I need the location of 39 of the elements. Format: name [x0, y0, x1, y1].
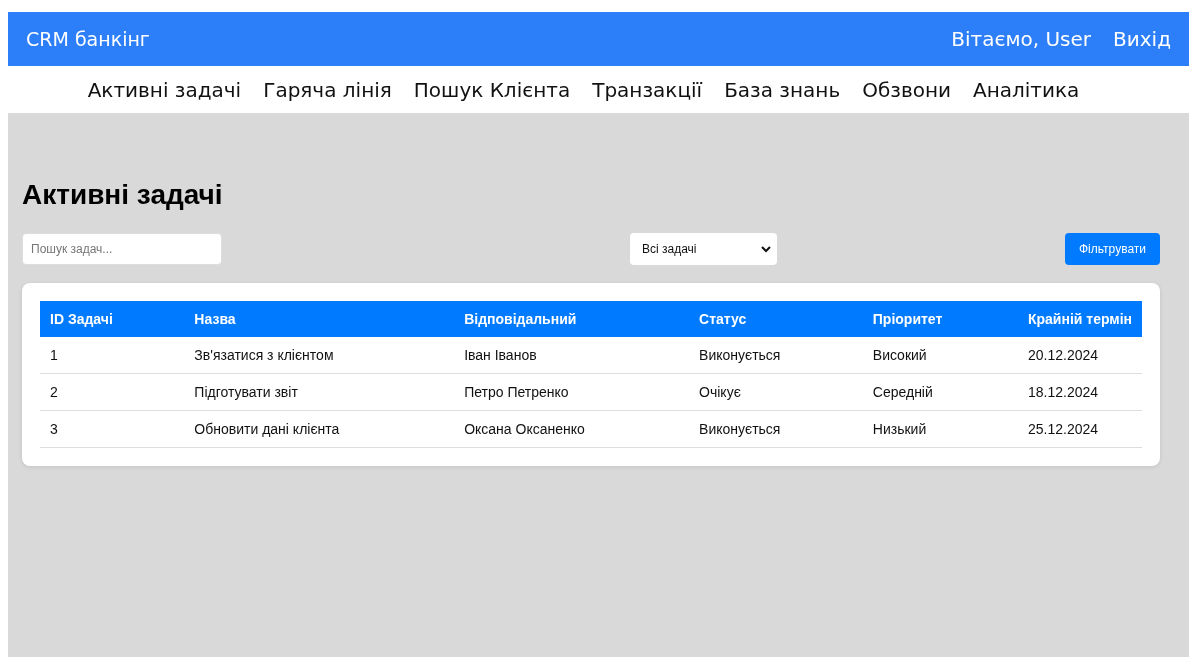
table-cell: Очікує: [689, 373, 863, 411]
table-cell: Середній: [862, 373, 1018, 411]
logout-link[interactable]: Вихід: [1113, 27, 1171, 51]
greeting: Вітаємо, User: [951, 27, 1092, 51]
table-cell: 2: [40, 373, 185, 411]
search-field[interactable]: Пошук задач...: [22, 233, 222, 265]
table-cell: Обновити дані клієнта: [184, 410, 455, 448]
table-cell: Виконується: [689, 410, 863, 448]
table-cell: Низький: [862, 410, 1018, 448]
table-cell: Зв'язатися з клієнтом: [184, 337, 455, 374]
table-cell: Оксана Оксаненко: [454, 410, 690, 448]
table-cell: 1: [40, 337, 185, 374]
table-cell: Іван Іванов: [454, 337, 690, 374]
column-header: Статус: [689, 301, 863, 337]
column-header: Назва: [184, 301, 455, 337]
filter-select[interactable]: Всі задачі: [630, 233, 777, 265]
table-cell: 20.12.2024: [1017, 337, 1142, 374]
nav-link[interactable]: Обзвони: [860, 75, 953, 104]
table-cell: 25.12.2024: [1017, 410, 1142, 448]
table-cell: Високий: [862, 337, 1018, 374]
brand-title: CRM банкінг: [26, 28, 150, 50]
table-cell: Петро Петренко: [454, 373, 690, 411]
column-header: Відповідальний: [454, 301, 690, 337]
column-header: ID Задачі: [40, 301, 185, 337]
chevron-down-icon: [761, 245, 771, 253]
nav-link[interactable]: Пошук Клієнта: [411, 75, 573, 104]
nav-link[interactable]: Аналітика: [971, 75, 1082, 104]
column-header: Крайній термін: [1017, 301, 1142, 337]
nav-link[interactable]: Гаряча лінія: [261, 75, 394, 104]
table-cell: 3: [40, 410, 185, 448]
table-cell: Виконується: [689, 337, 863, 374]
column-header: Пріоритет: [862, 301, 1018, 337]
nav-link[interactable]: Транзакції: [590, 75, 705, 104]
table-cell: Підготувати звіт: [184, 373, 455, 411]
filter-button[interactable]: Фільтрувати: [1065, 233, 1160, 265]
page-title: Активні задачі: [22, 179, 224, 211]
nav-link[interactable]: База знань: [722, 75, 843, 104]
table-cell: 18.12.2024: [1017, 373, 1142, 411]
nav-link[interactable]: Активні задачі: [85, 75, 244, 104]
